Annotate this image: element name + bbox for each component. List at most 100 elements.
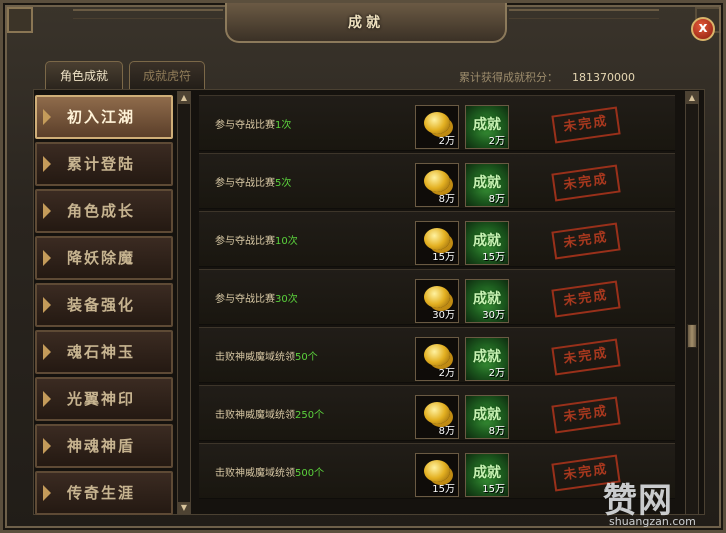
gold-coin-icon [424,228,450,250]
triangle-marker-icon [43,391,51,407]
achievement-icon: 成就 [473,175,501,191]
status-stamp: 未完成 [551,396,621,434]
reward-amount: 15万 [482,484,505,495]
achievement-count: 30次 [275,294,298,305]
sidebar-item-5[interactable]: 魂石神玉 [35,330,173,374]
achievement-desc: 击败神威魔域统领 [215,352,295,363]
achievement-text: 参与夺战比赛1次 [215,116,291,131]
achievement-count: 50个 [295,352,318,363]
achievement-row: 参与夺战比赛30次 30万 成就 30万 未完成 [199,269,675,325]
achievement-desc: 参与夺战比赛 [215,294,275,305]
reward-coin-slot[interactable]: 2万 [415,337,459,381]
reward-achievement-slot[interactable]: 成就 2万 [465,337,509,381]
reward-amount: 8万 [438,426,455,437]
status-stamp: 未完成 [551,222,621,260]
achievement-count: 5次 [275,178,292,189]
triangle-marker-icon [43,156,51,172]
watermark-url: shuangzan.com [609,515,696,528]
close-button[interactable]: x [691,17,715,41]
achievement-icon: 成就 [473,349,501,365]
sidebar-item-label: 角色成长 [67,202,136,220]
gold-coin-icon [424,170,450,192]
achievement-list-scrollbar[interactable]: ▲ [685,91,699,515]
sidebar-item-1[interactable]: 累计登陆 [35,142,173,186]
title-ornament-left [73,9,223,19]
tab-achievement-tally[interactable]: 成就虎符 [129,61,205,89]
sidebar-item-label: 累计登陆 [67,155,136,173]
reward-coin-slot[interactable]: 8万 [415,163,459,207]
achievement-row: 击败神威魔域统领250个 8万 成就 8万 未完成 [199,385,675,441]
reward-amount: 2万 [438,368,455,379]
scroll-up-icon[interactable]: ▲ [686,92,698,104]
achievement-icon: 成就 [473,233,501,249]
triangle-marker-icon [43,203,51,219]
reward-coin-slot[interactable]: 15万 [415,221,459,265]
achievement-row: 参与夺战比赛1次 2万 成就 2万 未完成 [199,95,675,151]
status-stamp: 未完成 [551,164,621,202]
reward-amount: 15万 [432,484,455,495]
reward-achievement-slot[interactable]: 成就 30万 [465,279,509,323]
reward-amount: 2万 [438,136,455,147]
reward-achievement-slot[interactable]: 成就 15万 [465,453,509,497]
close-icon: x [698,20,708,36]
reward-achievement-slot[interactable]: 成就 8万 [465,163,509,207]
sidebar-item-2[interactable]: 角色成长 [35,189,173,233]
reward-coin-slot[interactable]: 2万 [415,105,459,149]
title-ornament-right [509,9,659,19]
reward-coin-slot[interactable]: 30万 [415,279,459,323]
reward-achievement-slot[interactable]: 成就 8万 [465,395,509,439]
achievement-desc: 参与夺战比赛 [215,236,275,247]
window-title: 成就 [348,15,384,31]
reward-coin-slot[interactable]: 8万 [415,395,459,439]
achievement-window: 成就 x 角色成就 成就虎符 累计获得成就积分： 181370000 初入江湖 累… [0,0,726,533]
score-label: 累计获得成就积分： [459,71,558,84]
achievement-count: 250个 [295,410,325,421]
achievement-desc: 击败神威魔域统领 [215,410,295,421]
scroll-down-icon[interactable]: ▼ [178,502,190,514]
reward-achievement-slot[interactable]: 成就 2万 [465,105,509,149]
sidebar-item-8[interactable]: 传奇生涯 [35,471,173,515]
achievement-text: 击败神威魔域统领500个 [215,464,324,479]
sidebar-item-label: 神魂神盾 [67,437,136,455]
achievement-desc: 击败神威魔域统领 [215,468,295,479]
gold-coin-icon [424,286,450,308]
status-stamp: 未完成 [551,280,621,318]
achievement-text: 参与夺战比赛5次 [215,174,291,189]
achievement-icon: 成就 [473,291,501,307]
reward-amount: 2万 [488,368,505,379]
achievement-count: 1次 [275,120,292,131]
achievement-row: 参与夺战比赛10次 15万 成就 15万 未完成 [199,211,675,267]
achievement-count: 10次 [275,236,298,247]
sidebar-item-label: 初入江湖 [67,108,136,126]
reward-amount: 8万 [488,426,505,437]
triangle-marker-icon [43,485,51,501]
triangle-marker-icon [43,109,51,125]
achievement-list: 参与夺战比赛1次 2万 成就 2万 未完成 参与夺战比赛5次 8万 成就 8万 未完… [199,95,675,515]
achievement-count: 500个 [295,468,325,479]
reward-coin-slot[interactable]: 15万 [415,453,459,497]
sidebar-item-3[interactable]: 降妖除魔 [35,236,173,280]
achievement-text: 击败神威魔域统领50个 [215,348,318,363]
sidebar-item-6[interactable]: 光翼神印 [35,377,173,421]
reward-achievement-slot[interactable]: 成就 15万 [465,221,509,265]
scroll-thumb[interactable] [687,324,697,348]
status-stamp: 未完成 [551,338,621,376]
sidebar-item-label: 传奇生涯 [67,484,136,502]
sidebar-scrollbar[interactable]: ▲ ▼ [177,91,191,515]
gold-coin-icon [424,460,450,482]
sidebar-item-label: 光翼神印 [67,390,136,408]
sidebar-item-4[interactable]: 装备强化 [35,283,173,327]
scroll-up-icon[interactable]: ▲ [178,92,190,104]
reward-amount: 30万 [482,310,505,321]
sidebar-item-label: 降妖除魔 [67,249,136,267]
achievement-score: 累计获得成就积分： 181370000 [459,69,635,85]
gold-coin-icon [424,402,450,424]
sidebar-item-0[interactable]: 初入江湖 [35,95,173,139]
sidebar-item-7[interactable]: 神魂神盾 [35,424,173,468]
tab-role-achievements[interactable]: 角色成就 [45,61,123,89]
sidebar-item-label: 魂石神玉 [67,343,136,361]
reward-amount: 8万 [438,194,455,205]
achievement-desc: 参与夺战比赛 [215,178,275,189]
reward-amount: 2万 [488,136,505,147]
reward-amount: 8万 [488,194,505,205]
